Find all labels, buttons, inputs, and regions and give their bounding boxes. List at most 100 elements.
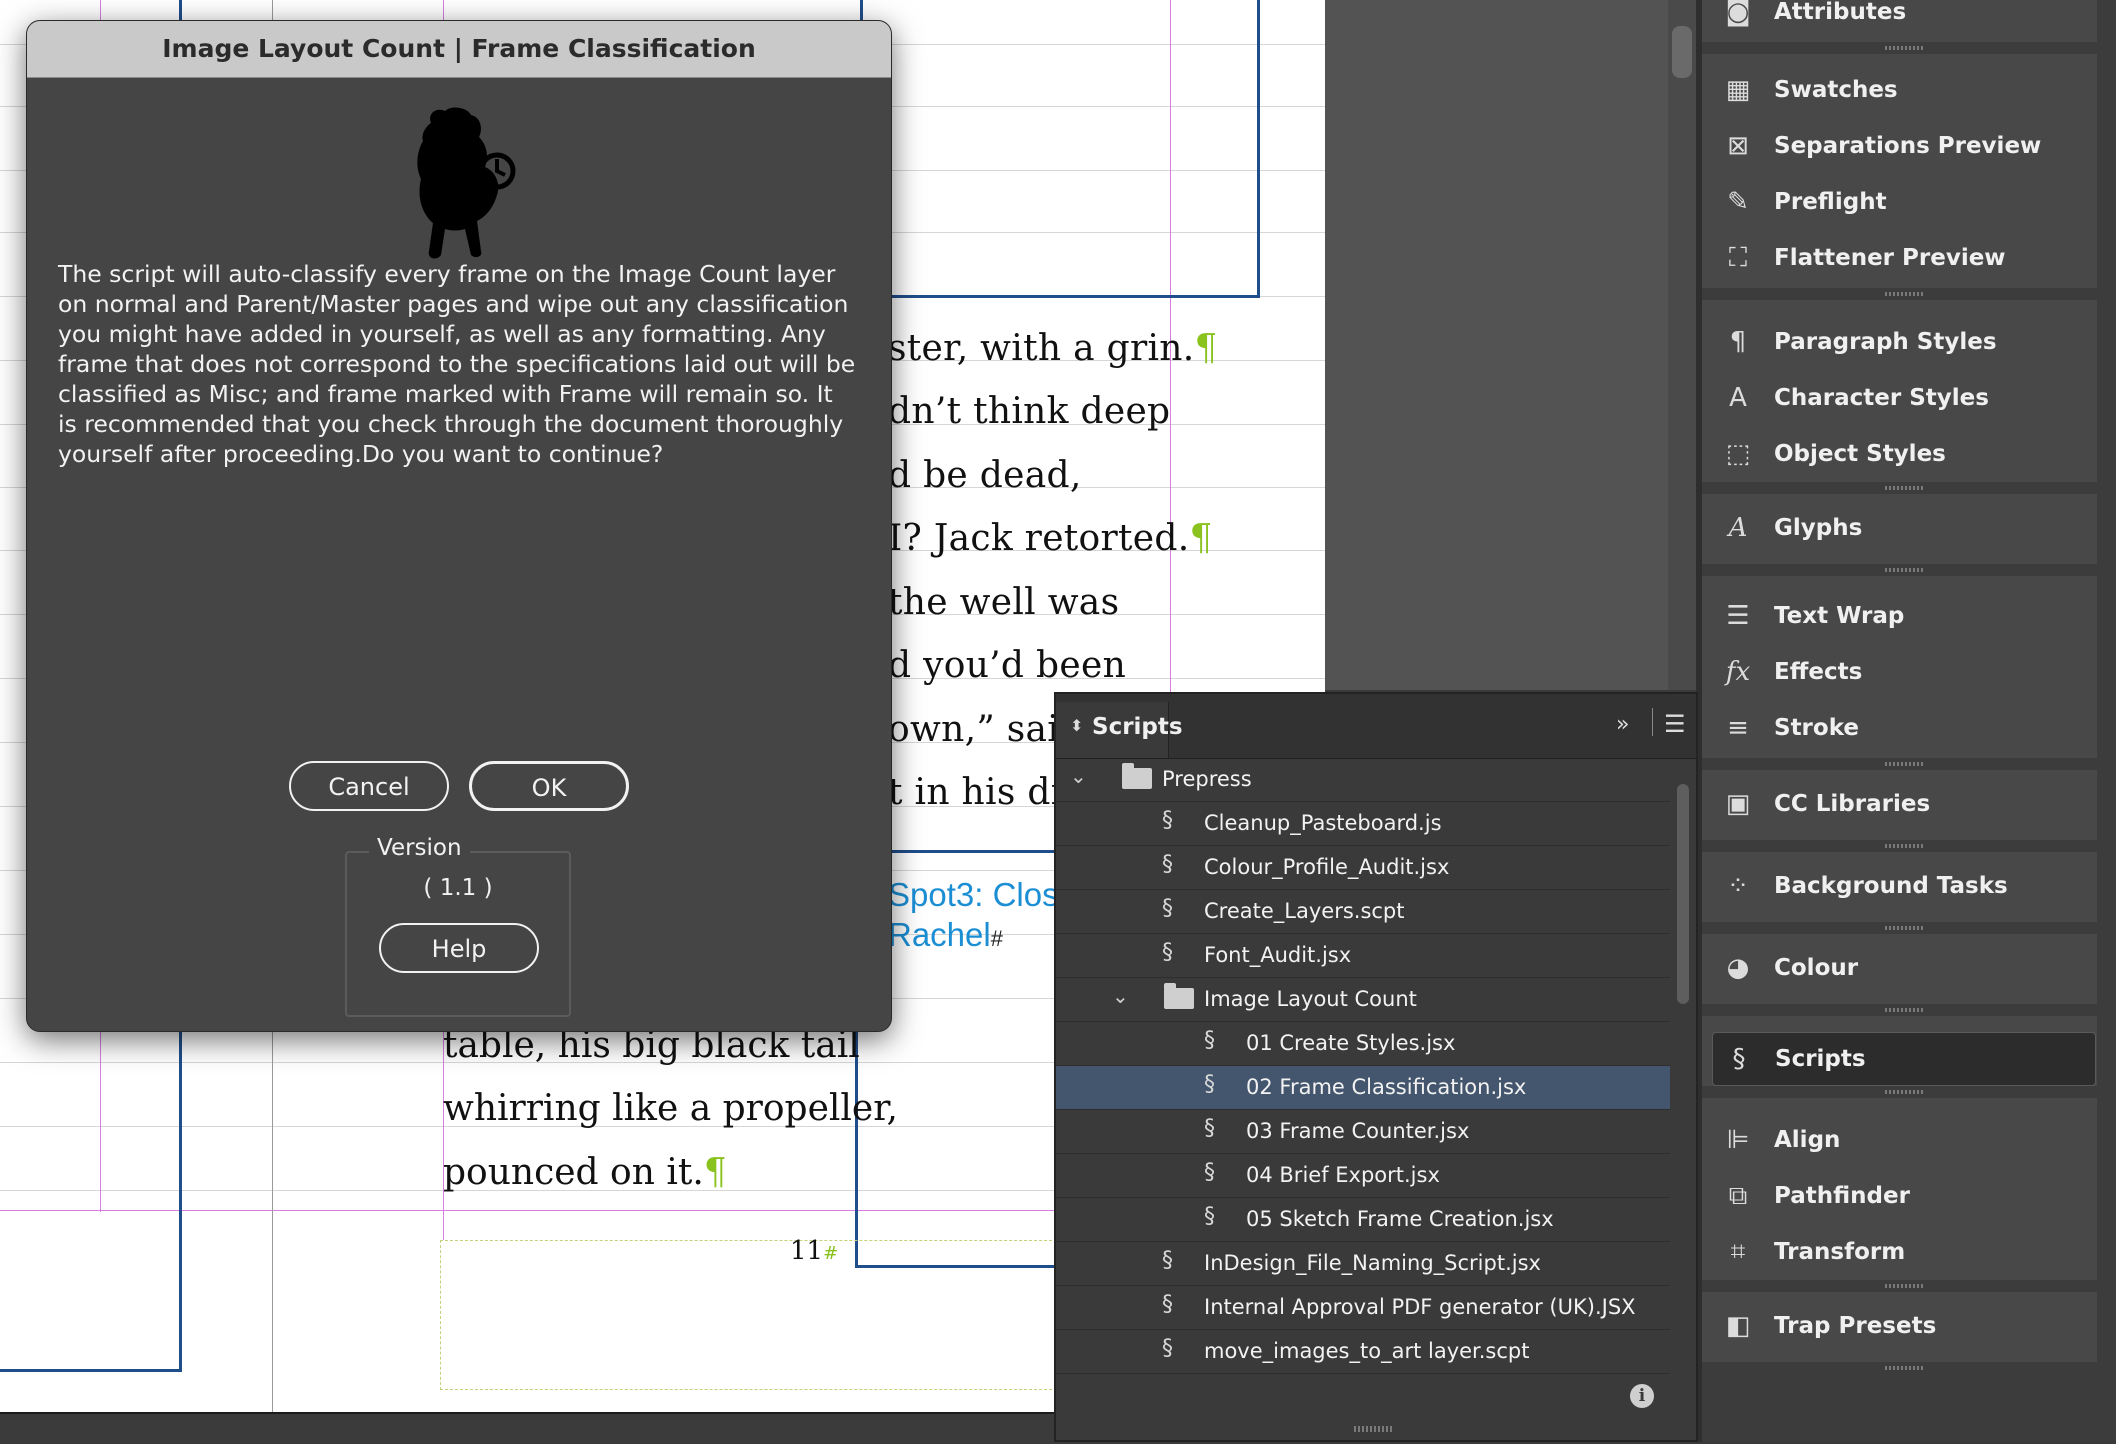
info-icon[interactable]: i [1630,1384,1654,1408]
script-file-icon: § [1204,1028,1215,1053]
script-label: 05 Sketch Frame Creation.jsx [1246,1207,1554,1231]
dock-item-pathfinder[interactable]: ⧉ Pathfinder [1702,1170,2097,1222]
script-label: 02 Frame Classification.jsx [1246,1075,1527,1099]
script-row[interactable]: § 01 Create Styles.jsx [1056,1022,1670,1066]
dock-item-transform[interactable]: ⌗ Transform [1702,1226,2097,1278]
scripts-panel-header: ⬍ Scripts » ☰ [1056,694,1696,759]
pathfinder-icon: ⧉ [1728,1181,1748,1211]
scripts-icon: § [1732,1044,1746,1074]
script-label: Internal Approval PDF generator (UK).JSX [1204,1295,1636,1319]
dock-item-object-styles[interactable]: ⬚ Object Styles [1702,428,2097,480]
trap-presets-icon: ◧ [1725,1311,1751,1341]
script-label: InDesign_File_Naming_Script.jsx [1204,1251,1541,1275]
attributes-icon: ◙ [1725,0,1751,27]
scripts-list-scrollbar[interactable] [1674,774,1692,1334]
story-text-line: the well was [888,582,1120,623]
dock-item-trap-presets[interactable]: ◧ Trap Presets [1702,1300,2097,1352]
dock-item-flattener-preview[interactable]: ⛶ Flattener Preview [1702,232,2097,284]
script-label: move_images_to_art layer.scpt [1204,1339,1530,1363]
chevron-down-icon[interactable]: ⌄ [1070,764,1087,788]
tab-scripts[interactable]: ⬍ Scripts [1056,702,1183,758]
dock-item-paragraph-styles[interactable]: ¶ Paragraph Styles [1702,316,2097,368]
dialog-message: The script will auto-classify every fram… [58,260,856,468]
dock-item-scripts[interactable]: § Scripts [1712,1032,2096,1086]
background-tasks-icon: ⁘ [1727,871,1749,901]
chevron-down-icon[interactable]: ⌄ [1112,984,1129,1008]
script-row[interactable]: § move_images_to_art layer.scpt [1056,1330,1670,1374]
script-label: Image Layout Count [1204,987,1417,1011]
right-panel-dock: ◙ Attributes ▦ Swatches ⊠ Separations Pr… [1702,0,2116,1442]
preflight-icon: ✎ [1727,187,1749,217]
script-file-icon: § [1162,940,1173,965]
spot-label: Rachel# [888,916,1003,953]
document-vertical-scrollbar[interactable] [1668,0,1696,690]
script-row[interactable]: § InDesign_File_Naming_Script.jsx [1056,1242,1670,1286]
pasteboard[interactable] [1325,0,1705,690]
folder-icon [1122,763,1152,789]
script-label: Cleanup_Pasteboard.js [1204,811,1442,835]
cc-libraries-icon: ▣ [1725,789,1751,819]
folder-icon [1164,983,1194,1009]
script-row[interactable]: § Internal Approval PDF generator (UK).JS… [1056,1286,1670,1330]
scroll-thumb[interactable] [1672,26,1692,78]
collapse-panel-icon[interactable]: » [1616,712,1629,737]
script-label: 03 Frame Counter.jsx [1246,1119,1470,1143]
story-text-line: whirring like a propeller, [443,1088,898,1129]
script-row[interactable]: § 04 Brief Export.jsx [1056,1154,1670,1198]
scroll-thumb[interactable] [1677,784,1689,1004]
dock-item-preflight[interactable]: ✎ Preflight [1702,176,2097,228]
swatches-icon: ▦ [1725,75,1751,105]
dock-item-attributes[interactable]: ◙ Attributes [1702,0,2097,38]
dock-item-background-tasks[interactable]: ⁘ Background Tasks [1702,860,2097,912]
dock-item-swatches[interactable]: ▦ Swatches [1702,64,2097,116]
script-file-icon: § [1204,1072,1215,1097]
dock-item-text-wrap[interactable]: ☰ Text Wrap [1702,590,2097,642]
dock-item-colour[interactable]: ◕ Colour [1702,942,2097,994]
script-folder-row[interactable]: ⌄ Image Layout Count [1056,978,1670,1022]
flattener-preview-icon: ⛶ [1728,243,1748,273]
align-icon: ⊫ [1726,1125,1750,1155]
script-label: Create_Layers.scpt [1204,899,1405,923]
story-text-line: d you’d been [888,645,1127,686]
text-wrap-icon: ☰ [1726,601,1750,631]
version-value: ( 1.1 ) [423,875,493,901]
script-file-icon: § [1204,1204,1215,1229]
dock-item-glyphs[interactable]: A Glyphs [1702,502,2097,554]
script-label: 04 Brief Export.jsx [1246,1163,1440,1187]
script-file-icon: § [1162,1248,1173,1273]
dock-item-cc-libraries[interactable]: ▣ CC Libraries [1702,778,2097,830]
help-button[interactable]: Help [379,923,539,973]
footer-text-frame[interactable] [440,1240,1082,1390]
object-styles-icon: ⬚ [1725,439,1751,469]
script-row[interactable]: § Create_Layers.scpt [1056,890,1670,934]
script-row[interactable]: § 03 Frame Counter.jsx [1056,1110,1670,1154]
applescript-icon: § [1162,896,1173,921]
script-label: Colour_Profile_Audit.jsx [1204,855,1450,879]
ok-button[interactable]: OK [469,761,629,811]
bear-logo-icon [417,107,516,259]
script-row[interactable]: § Font_Audit.jsx [1056,934,1670,978]
dock-item-effects[interactable]: fx Effects [1702,646,2097,698]
scripts-panel[interactable]: ⬍ Scripts » ☰ ⌄ Prepress § Cleanup_Pasteboa… [1054,692,1698,1442]
page-number: 11# [790,1236,839,1266]
script-row[interactable]: § 02 Frame Classification.jsx [1056,1066,1670,1110]
script-row[interactable]: § 05 Sketch Frame Creation.jsx [1056,1198,1670,1242]
cancel-button[interactable]: Cancel [289,761,449,811]
dock-item-align[interactable]: ⊫ Align [1702,1114,2097,1166]
scripts-tree[interactable]: ⌄ Prepress § Cleanup_Pasteboard.js § Colour_P… [1056,758,1670,1378]
stroke-icon: ≡ [1727,713,1749,743]
dialog-titlebar[interactable]: Image Layout Count | Frame Classificatio… [27,21,891,78]
document-status-bar [0,1412,1060,1444]
spot-label: Spot3: Clos [888,876,1059,913]
dock-item-stroke[interactable]: ≡ Stroke [1702,702,2097,754]
script-file-icon: § [1162,808,1173,833]
panel-menu-icon[interactable]: ☰ [1664,710,1686,738]
dock-item-separations-preview[interactable]: ⊠ Separations Preview [1702,120,2097,172]
image-frame[interactable] [860,0,1260,298]
script-row[interactable]: § Cleanup_Pasteboard.js [1056,802,1670,846]
glyphs-icon: A [1728,513,1748,543]
dock-item-character-styles[interactable]: A Character Styles [1702,372,2097,424]
script-row[interactable]: § Colour_Profile_Audit.jsx [1056,846,1670,890]
colour-palette-icon: ◕ [1726,953,1750,983]
script-folder-row[interactable]: ⌄ Prepress [1056,758,1670,802]
